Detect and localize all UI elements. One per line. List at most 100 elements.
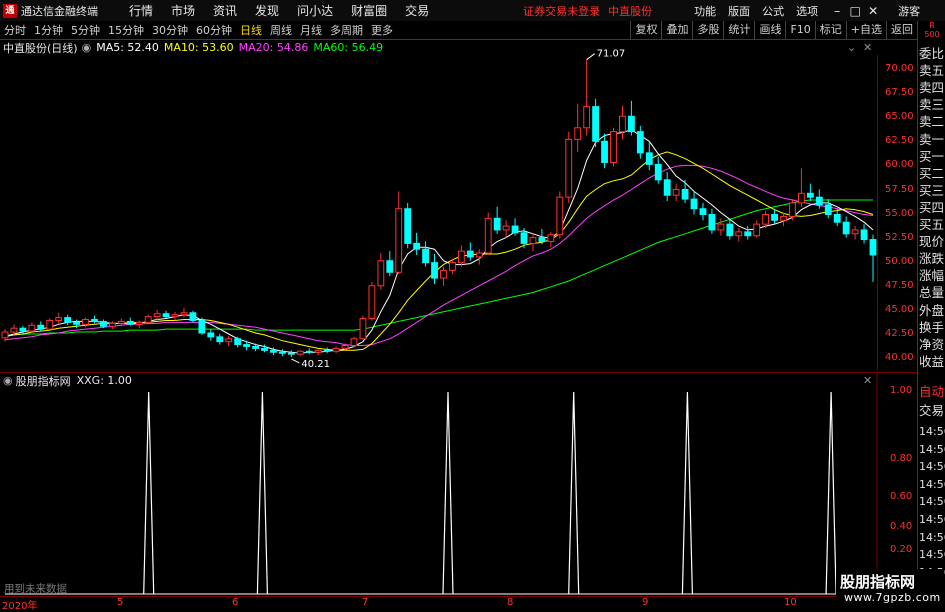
candle-body — [180, 312, 188, 316]
candle-body — [627, 115, 635, 133]
candle-body — [359, 318, 367, 340]
candle-body — [690, 198, 698, 210]
high-price-label: 71.07 — [597, 49, 626, 60]
price-tick: 70.00 — [885, 63, 914, 74]
watermark-title: 股朋指标网 — [840, 573, 916, 591]
candle-body — [261, 347, 268, 351]
date-tick: 5 — [117, 597, 124, 608]
ma60-line — [5, 199, 873, 336]
tick-time: 14:56 — [919, 513, 945, 526]
candle-body — [538, 237, 546, 242]
candle-body — [457, 250, 465, 264]
kline-chart[interactable]: 71.07 40.21 — [0, 0, 917, 609]
sub-chart-divider[interactable] — [0, 372, 917, 373]
low-marker-line — [291, 358, 300, 364]
candle-body — [717, 223, 725, 231]
candle-body — [153, 313, 161, 318]
candle-body — [386, 260, 394, 273]
candle-body — [610, 131, 617, 163]
r500-indicator[interactable]: R 500 — [917, 21, 945, 39]
high-marker-line — [586, 53, 595, 61]
candle-body — [100, 320, 107, 327]
candle-body — [144, 316, 152, 323]
candle-body — [422, 248, 429, 264]
candle-body — [135, 321, 143, 325]
candle-body — [699, 208, 707, 216]
tick-time: 14:56 — [919, 477, 945, 491]
candle-body — [189, 312, 197, 321]
candle-body — [350, 338, 358, 347]
candle-body — [252, 345, 259, 349]
ma10-line — [4, 151, 874, 351]
tick-time: 14:56 — [919, 530, 945, 544]
candle-body — [726, 223, 734, 237]
low-price-label: 40.21 — [301, 359, 330, 370]
price-tick: 57.50 — [885, 183, 914, 195]
candle-body — [91, 319, 98, 322]
candle-body — [10, 327, 18, 333]
candle-body — [270, 349, 277, 353]
candle-body — [64, 317, 72, 323]
date-tick: 8 — [507, 597, 514, 608]
sub-axis-tick: 0.60 — [890, 491, 913, 502]
sub-legend: ◉ 股朋指标网 XXG: 1.00 — [0, 373, 132, 388]
candle-body — [833, 214, 841, 223]
candle-body — [314, 349, 322, 353]
candle-body — [842, 221, 850, 235]
tick-time: 14:56 — [919, 495, 945, 509]
candle-body — [547, 234, 555, 242]
candle-body — [404, 208, 412, 244]
candle-body — [243, 344, 251, 347]
candle-body — [592, 106, 600, 142]
candle-body — [654, 163, 662, 181]
auto-button[interactable]: 自动 — [919, 382, 945, 401]
candle-body — [305, 350, 313, 353]
candle-body — [475, 252, 483, 258]
candle-body — [108, 322, 116, 327]
candle-body — [431, 262, 438, 279]
xxg-signal-spike — [681, 391, 693, 595]
candle-body — [207, 332, 215, 338]
date-tick: 10 — [784, 597, 797, 608]
price-tick: 47.50 — [885, 279, 914, 291]
sub-axis-tick: 0.40 — [890, 521, 913, 532]
candle-body — [440, 269, 447, 279]
sub-axis-tick: 0.80 — [890, 453, 913, 464]
candle-body — [46, 319, 54, 330]
candle-body — [466, 250, 474, 258]
candle-body — [511, 225, 519, 234]
future-data-note: 用到未来数据 — [4, 583, 67, 595]
candle-body — [672, 188, 680, 196]
price-tick: 52.50 — [885, 231, 914, 243]
candle-body — [619, 115, 626, 133]
r500-bottom: 500 — [924, 30, 940, 39]
price-tick: 67.50 — [885, 87, 914, 99]
trade-button[interactable]: 交易 — [919, 401, 945, 420]
expand-icon[interactable]: ◉ — [3, 374, 13, 387]
price-tick: 60.00 — [885, 159, 914, 171]
candle-body — [323, 349, 331, 352]
price-tick: 45.00 — [885, 304, 914, 315]
candle-body — [780, 215, 787, 221]
candle-body — [341, 345, 349, 349]
price-tick: 62.50 — [885, 135, 914, 147]
xxg-value: XXG: 1.00 — [76, 374, 132, 387]
candle-body — [556, 196, 564, 236]
candle-body — [824, 204, 832, 216]
watermark-url: www.7gpzb.com — [844, 591, 941, 604]
tick-time: 14:56 — [919, 460, 945, 474]
price-axis-line — [877, 55, 878, 370]
candle-body — [37, 324, 45, 330]
candle-body — [636, 131, 644, 154]
candle-body — [126, 320, 134, 325]
close-indicator-icon[interactable]: ✕ — [863, 374, 872, 387]
candle-body — [296, 350, 304, 355]
candle-body — [449, 262, 456, 271]
candle-body — [55, 317, 63, 321]
candle-body — [565, 138, 573, 198]
xxg-signal-spike — [568, 391, 580, 595]
candle-body — [332, 347, 340, 352]
date-tick: 9 — [642, 597, 649, 608]
candle-body — [753, 223, 761, 237]
candle-body — [789, 202, 796, 217]
